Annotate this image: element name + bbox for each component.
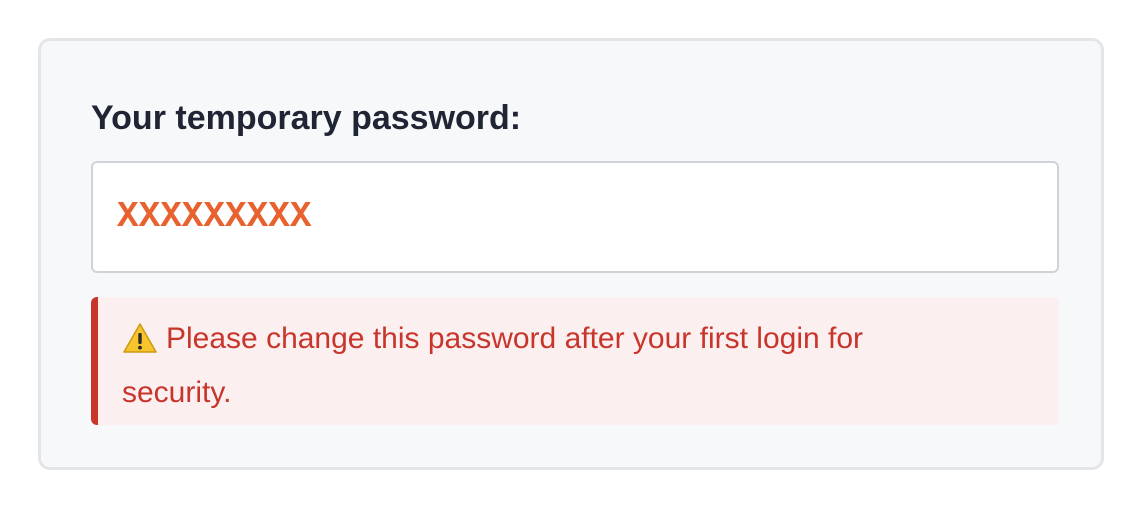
- warning-message: Please change this password after your f…: [122, 315, 939, 417]
- temporary-password-card: Your temporary password: XXXXXXXXX Pleas…: [38, 38, 1104, 470]
- warning-icon: [122, 321, 158, 369]
- password-value[interactable]: XXXXXXXXX: [117, 193, 311, 241]
- card-heading: Your temporary password:: [91, 99, 522, 137]
- security-warning-alert: Please change this password after your f…: [91, 297, 1059, 425]
- warning-text: Please change this password after your f…: [122, 322, 864, 409]
- password-display-box[interactable]: XXXXXXXXX: [91, 161, 1059, 273]
